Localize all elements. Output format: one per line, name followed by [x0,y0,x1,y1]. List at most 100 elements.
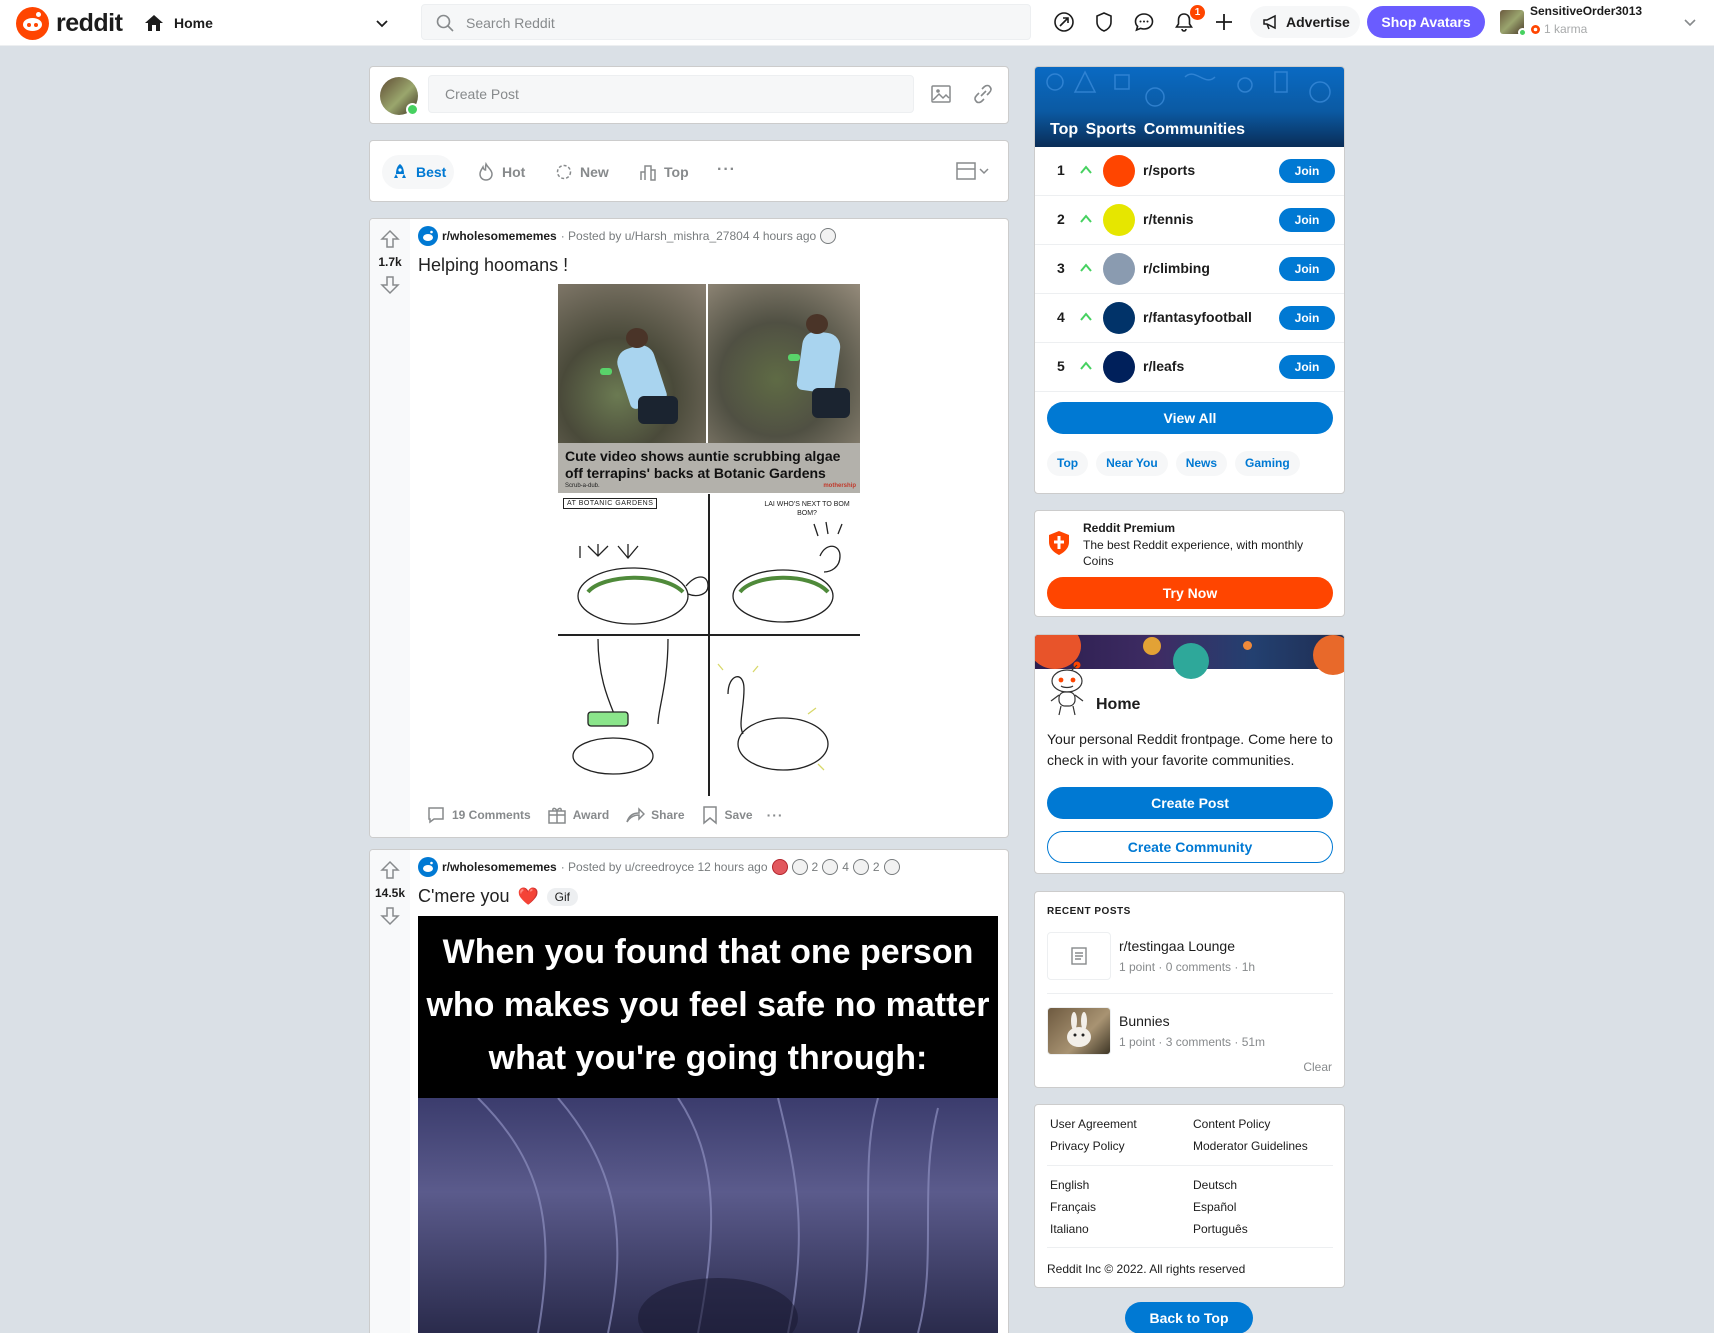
save-button[interactable]: Save [693,799,761,831]
community-row[interactable]: 2 r/tennis Join [1035,196,1344,245]
subreddit-link[interactable]: r/wholesomememes [442,229,557,243]
subreddit-link[interactable]: r/wholesomememes [442,860,557,874]
lang-german[interactable]: Deutsch [1193,1178,1237,1192]
shop-avatars-button[interactable]: Shop Avatars [1367,6,1485,38]
create-post-button[interactable]: Create Post [1047,787,1333,819]
community-avatar[interactable] [1103,302,1135,334]
sort-top[interactable]: Top [630,155,697,189]
advertise-label: Advertise [1286,14,1350,30]
share-button[interactable]: Share [617,799,692,831]
user-agreement-link[interactable]: User Agreement [1050,1117,1137,1131]
community-name[interactable]: r/sports [1143,162,1195,178]
create-post-input[interactable] [428,75,914,113]
content-policy-link[interactable]: Content Policy [1193,1117,1270,1131]
popular-icon[interactable] [1052,10,1076,34]
heart-emoji: ❤️ [517,886,539,906]
post-meta: r/wholesomememes · Posted by u/Harsh_mis… [418,226,837,246]
post-image[interactable]: When you found that one person who makes… [418,916,998,1333]
recent-post-title[interactable]: r/testingaa Lounge [1119,938,1235,954]
save-label: Save [724,808,753,822]
community-avatar[interactable] [1103,155,1135,187]
community-row[interactable]: 4 r/fantasyfootball Join [1035,294,1344,343]
advertise-button[interactable]: Advertise [1250,6,1360,38]
pill-near-you[interactable]: Near You [1096,451,1168,476]
back-to-top-button[interactable]: Back to Top [1125,1302,1253,1333]
karma-label: 1 karma [1544,22,1588,36]
downvote-icon[interactable] [380,275,400,295]
lang-spanish[interactable]: Español [1193,1200,1236,1214]
moderator-guidelines-link[interactable]: Moderator Guidelines [1193,1139,1308,1153]
community-row[interactable]: 1 r/sports Join [1035,147,1344,196]
reddit-logo[interactable]: reddit [16,6,123,40]
upvote-icon[interactable] [380,860,400,880]
snoo-mascot-icon [1050,661,1084,716]
community-row[interactable]: 5 r/leafs Join [1035,343,1344,392]
lang-portuguese[interactable]: Português [1193,1222,1248,1236]
sort-more-button[interactable]: ··· [717,161,736,179]
search-input[interactable] [466,11,1006,35]
community-avatar[interactable] [1103,204,1135,236]
community-name[interactable]: r/tennis [1143,211,1194,227]
comments-button[interactable]: 19 Comments [418,799,539,831]
sort-new[interactable]: New [546,155,617,189]
join-button[interactable]: Join [1279,257,1335,281]
chat-icon[interactable] [1132,10,1156,34]
privacy-policy-link[interactable]: Privacy Policy [1050,1139,1125,1153]
home-widget: Home Your personal Reddit frontpage. Com… [1034,634,1345,874]
award-icon [822,859,839,875]
communities-banner: Top Sports Communities [1035,67,1344,147]
feed-selector-label: Home [174,15,213,31]
community-name[interactable]: r/leafs [1143,358,1184,374]
view-all-button[interactable]: View All [1047,402,1333,434]
link-icon[interactable] [972,83,994,105]
recent-post-title[interactable]: Bunnies [1119,1013,1170,1029]
lang-english[interactable]: English [1050,1178,1089,1192]
post-more-button[interactable]: ··· [761,807,790,823]
user-menu[interactable]: SensitiveOrder3013 1 karma [1500,4,1700,42]
pill-top[interactable]: Top [1047,451,1089,476]
join-button[interactable]: Join [1279,208,1335,232]
post-title[interactable]: C'mere you ❤️ Gif [418,886,578,907]
join-button[interactable]: Join [1279,159,1335,183]
lang-french[interactable]: Français [1050,1200,1096,1214]
post-image[interactable]: Cute video shows auntie scrubbing algae … [558,284,860,796]
feed-selector[interactable]: Home [142,5,396,41]
recent-post-item[interactable]: r/testingaa Lounge 1 point · 0 comments … [1047,932,1333,992]
avatar[interactable] [380,77,419,116]
clear-button[interactable]: Clear [1303,1060,1332,1074]
plus-icon[interactable] [1212,10,1236,34]
community-rank: 4 [1057,309,1065,325]
post-title[interactable]: Helping hoomans ! [418,255,568,276]
post-flair[interactable]: Gif [546,887,578,906]
community-avatar[interactable] [1103,253,1135,285]
join-button[interactable]: Join [1279,306,1335,330]
upvote-icon[interactable] [380,229,400,249]
premium-shield-icon [1049,531,1069,555]
vote-column: 1.7k [370,219,410,837]
shield-icon[interactable] [1092,10,1116,34]
home-title: Home [1096,696,1141,713]
pill-gaming[interactable]: Gaming [1235,451,1300,476]
widget-title: Top Sports Communities [1050,121,1246,138]
award-button[interactable]: Award [539,799,617,831]
lang-italian[interactable]: Italiano [1050,1222,1089,1236]
create-community-button[interactable]: Create Community [1047,831,1333,863]
recent-post-item[interactable]: Bunnies 1 point · 3 comments · 51m [1047,1007,1333,1067]
community-avatar[interactable] [1103,351,1135,383]
subreddit-icon[interactable] [418,226,438,246]
community-name[interactable]: r/climbing [1143,260,1210,276]
award-icon [820,228,837,244]
pill-news[interactable]: News [1175,451,1228,476]
community-name[interactable]: r/fantasyfootball [1143,309,1252,325]
join-button[interactable]: Join [1279,355,1335,379]
subreddit-icon[interactable] [418,857,438,877]
downvote-icon[interactable] [380,906,400,926]
community-row[interactable]: 3 r/climbing Join [1035,245,1344,294]
sparkle-icon [556,164,572,180]
sort-hot[interactable]: Hot [468,155,533,189]
layout-toggle[interactable] [956,162,990,180]
sort-best[interactable]: Best [382,155,455,189]
try-now-button[interactable]: Try Now [1047,577,1333,609]
news-banner: Cute video shows auntie scrubbing algae … [558,443,860,493]
image-icon[interactable] [930,83,952,105]
